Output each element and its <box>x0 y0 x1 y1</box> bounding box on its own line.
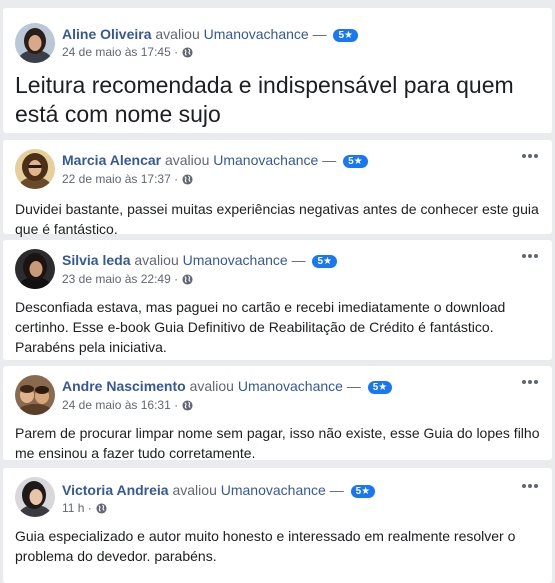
separator: — <box>322 152 337 168</box>
reviewer-name[interactable]: Marcia Alencar <box>62 152 161 168</box>
reviewer-name[interactable]: Silvia leda <box>62 252 130 268</box>
reviewer-name[interactable]: Victoria Andreia <box>62 482 169 498</box>
separator: — <box>291 252 306 268</box>
separator: — <box>312 26 327 42</box>
review-card: Victoria Andreia avaliou Umanovachance —… <box>3 468 552 583</box>
reviewer-name[interactable]: Aline Oliveira <box>62 26 151 42</box>
review-text: Guia especializado e autor muito honesto… <box>15 528 516 564</box>
review-text: Duvidei bastante, passei muitas experiên… <box>15 201 539 237</box>
review-verb: avaliou <box>155 26 200 42</box>
review-card: Andre Nascimento avaliou Umanovachance —… <box>3 366 552 461</box>
page-link[interactable]: Umanovachance <box>183 252 288 268</box>
more-options-icon[interactable] <box>520 376 540 388</box>
review-verb: avaliou <box>164 152 210 168</box>
review-date[interactable]: 11 h · <box>62 501 92 515</box>
globe-icon <box>182 274 193 285</box>
review-date[interactable]: 22 de maio às 17:37 · <box>62 172 178 186</box>
globe-icon <box>182 174 193 185</box>
review-card: Marcia Alencar avaliou Umanovachance — 5… <box>3 140 552 237</box>
review-meta: 24 de maio às 16:31 · <box>62 397 193 413</box>
review-header: Marcia Alencar avaliou Umanovachance — 5… <box>62 151 368 169</box>
avatar[interactable] <box>15 477 55 517</box>
rating-badge: 5★ <box>367 381 393 394</box>
reviewer-name[interactable]: Andre Nascimento <box>62 378 186 394</box>
globe-icon <box>182 400 193 411</box>
review-header: Victoria Andreia avaliou Umanovachance —… <box>62 481 376 499</box>
rating-badge: 5★ <box>343 155 368 168</box>
review-header: Silvia leda avaliou Umanovachance — 5★ <box>62 251 338 269</box>
review-text: Parem de procurar limpar nome sem pagar,… <box>15 425 540 461</box>
separator: — <box>329 482 344 498</box>
review-meta: 22 de maio às 17:37 · <box>62 171 193 187</box>
review-header: Andre Nascimento avaliou Umanovachance —… <box>62 377 393 395</box>
review-text: Desconfiada estava, mas paguei no cartão… <box>15 299 506 355</box>
review-date[interactable]: 24 de maio às 16:31 · <box>62 398 178 412</box>
review-text: Leitura recomendada e indispensável para… <box>15 72 514 127</box>
review-date[interactable]: 24 de maio às 17:45 · <box>62 45 178 59</box>
page-link[interactable]: Umanovachance <box>204 26 309 42</box>
review-meta: 11 h · <box>62 500 107 516</box>
review-verb: avaliou <box>172 482 217 498</box>
avatar[interactable] <box>15 23 55 63</box>
review-header: Aline Oliveira avaliou Umanovachance — 5… <box>62 25 359 43</box>
page-link[interactable]: Umanovachance <box>221 482 326 498</box>
page-link[interactable]: Umanovachance <box>213 152 318 168</box>
avatar[interactable] <box>15 249 55 289</box>
more-options-icon[interactable] <box>520 150 540 162</box>
review-date[interactable]: 23 de maio às 22:49 · <box>62 272 178 286</box>
more-options-icon[interactable] <box>520 250 540 262</box>
review-verb: avaliou <box>189 378 234 394</box>
review-meta: 24 de maio às 17:45 · <box>62 44 193 60</box>
review-verb: avaliou <box>134 252 179 268</box>
review-card: Aline Oliveira avaliou Umanovachance — 5… <box>3 8 552 133</box>
more-options-icon[interactable] <box>520 480 540 492</box>
rating-badge: 5★ <box>312 255 338 268</box>
review-card: Silvia leda avaliou Umanovachance — 5★ 2… <box>3 240 552 360</box>
separator: — <box>346 378 361 394</box>
avatar[interactable] <box>15 375 55 415</box>
globe-icon <box>96 503 107 514</box>
page-link[interactable]: Umanovachance <box>238 378 343 394</box>
globe-icon <box>182 47 193 58</box>
rating-badge: 5★ <box>350 485 376 498</box>
review-meta: 23 de maio às 22:49 · <box>62 271 193 287</box>
avatar[interactable] <box>15 149 55 189</box>
rating-badge: 5★ <box>333 29 359 42</box>
